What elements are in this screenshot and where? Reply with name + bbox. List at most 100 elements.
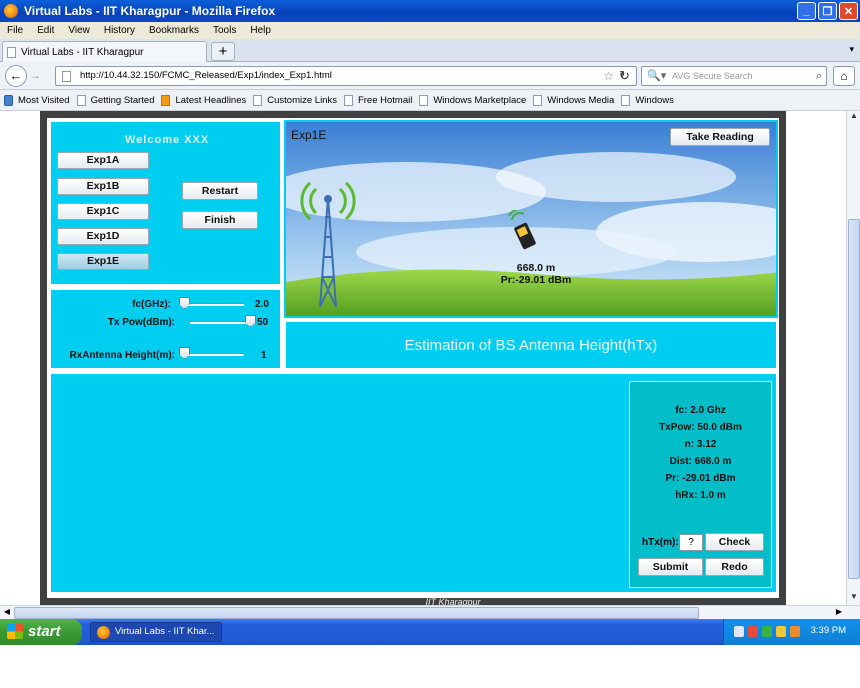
tower-icon xyxy=(300,181,356,308)
bookmark-windows[interactable]: Windows xyxy=(621,94,674,106)
estimation-title: Estimation of BS Antenna Height(hTx) xyxy=(404,337,658,354)
window-title: Virtual Labs - IIT Kharagpur - Mozilla F… xyxy=(24,4,276,18)
finish-button[interactable]: Finish xyxy=(182,211,258,229)
bookmark-windows-media[interactable]: Windows Media xyxy=(533,94,615,106)
search-go-icon[interactable]: ⌕ xyxy=(816,67,822,85)
update-icon[interactable] xyxy=(790,626,800,637)
txpow-slider-track[interactable] xyxy=(190,321,250,324)
url-bar[interactable]: http://10.44.32.150/FCMC_Released/Exp1/i… xyxy=(55,66,637,86)
url-text: http://10.44.32.150/FCMC_Released/Exp1/i… xyxy=(80,70,332,81)
scene-panel: Exp1E Take Reading 668.0 m Pr:-29.01 dBm xyxy=(284,120,778,318)
rx-height-slider-label: RxAntenna Height(m): xyxy=(69,350,175,361)
results-area: fc: 2.0 Ghz TxPow: 50.0 dBm n: 3.12 Dist… xyxy=(49,372,778,594)
scroll-right-icon[interactable]: ▶ xyxy=(833,607,845,616)
network-icon[interactable] xyxy=(734,626,744,637)
restart-button[interactable]: Restart xyxy=(182,182,258,200)
bookmark-latest-headlines[interactable]: Latest Headlines xyxy=(161,94,247,106)
applet-canvas: Welcome XXX Exp1A Exp1B Exp1C Exp1D Exp1… xyxy=(47,118,779,598)
start-button[interactable]: start xyxy=(0,619,82,645)
fc-slider-thumb[interactable] xyxy=(179,297,190,309)
applet-footer: IIT Kharagpur xyxy=(425,597,481,605)
bookmark-free-hotmail[interactable]: Free Hotmail xyxy=(343,94,413,106)
menu-help[interactable]: Help xyxy=(243,25,278,36)
result-hrx: hRx: 1.0 m xyxy=(675,490,726,501)
menu-history[interactable]: History xyxy=(97,25,142,36)
txpow-slider-thumb[interactable] xyxy=(245,315,256,327)
result-fc: fc: 2.0 Ghz xyxy=(675,405,726,416)
scroll-up-icon[interactable]: ▲ xyxy=(848,111,860,124)
exp1a-button[interactable]: Exp1A xyxy=(57,152,149,169)
distance-reading: 668.0 m xyxy=(516,262,556,274)
page-icon xyxy=(343,94,353,106)
new-tab-button[interactable]: + xyxy=(211,42,235,61)
vertical-scroll-thumb[interactable] xyxy=(848,219,860,579)
txpow-slider-value: 50 xyxy=(257,317,269,328)
most-visited-icon xyxy=(4,94,13,106)
power-reading: Pr:-29.01 dBm xyxy=(500,274,572,286)
system-tray: 3:39 PM xyxy=(723,619,860,645)
reload-icon[interactable]: ↻ xyxy=(619,68,630,84)
parameter-sliders-panel: fc(GHz): 2.0 Tx Pow(dBm): 50 RxAntenna H… xyxy=(49,288,282,370)
vertical-scrollbar[interactable]: ▲ ▼ xyxy=(846,111,860,605)
rx-height-slider-thumb[interactable] xyxy=(179,347,190,359)
estimation-title-panel: Estimation of BS Antenna Height(hTx) xyxy=(284,320,778,370)
search-engine-icon[interactable]: 🔍▾ xyxy=(647,67,666,85)
redo-button[interactable]: Redo xyxy=(705,558,764,576)
scroll-left-icon[interactable]: ◀ xyxy=(1,607,13,616)
results-panel: fc: 2.0 Ghz TxPow: 50.0 dBm n: 3.12 Dist… xyxy=(629,381,772,588)
page-icon xyxy=(419,94,429,106)
search-input[interactable]: 🔍▾ AVG Secure Search ⌕ xyxy=(641,66,827,86)
menu-tools[interactable]: Tools xyxy=(206,25,243,36)
exp1d-button[interactable]: Exp1D xyxy=(57,228,149,245)
htx-label: hTx(m): xyxy=(642,537,679,548)
take-reading-button[interactable]: Take Reading xyxy=(670,128,770,146)
rss-icon xyxy=(161,94,171,106)
menu-bar: File Edit View History Bookmarks Tools H… xyxy=(0,22,860,39)
window-title-bar: Virtual Labs - IIT Kharagpur - Mozilla F… xyxy=(0,0,860,22)
bookmark-label: Latest Headlines xyxy=(175,94,247,106)
exp1b-button[interactable]: Exp1B xyxy=(57,178,149,195)
tab-virtual-labs[interactable]: Virtual Labs - IIT Kharagpur xyxy=(2,41,207,62)
bookmark-star-icon[interactable]: ☆ xyxy=(603,67,614,85)
fc-slider-value: 2.0 xyxy=(255,299,269,310)
scroll-down-icon[interactable]: ▼ xyxy=(848,592,860,605)
check-button[interactable]: Check xyxy=(705,533,764,551)
bookmark-getting-started[interactable]: Getting Started xyxy=(76,94,155,106)
home-button[interactable]: ⌂ xyxy=(833,66,855,86)
exp1e-button[interactable]: Exp1E xyxy=(57,253,149,270)
fc-slider-track[interactable] xyxy=(184,303,244,306)
menu-view[interactable]: View xyxy=(61,25,97,36)
bookmark-customize-links[interactable]: Customize Links xyxy=(253,94,337,106)
bookmark-most-visited[interactable]: Most Visited xyxy=(4,94,70,106)
horizontal-scroll-thumb[interactable] xyxy=(14,607,699,619)
forward-button[interactable]: → xyxy=(29,68,47,84)
htx-input[interactable]: ? xyxy=(679,534,703,551)
menu-edit[interactable]: Edit xyxy=(30,25,61,36)
taskbar-firefox-task[interactable]: Virtual Labs - IIT Khar... xyxy=(90,622,222,642)
security-icon[interactable] xyxy=(748,626,758,637)
volume-icon[interactable] xyxy=(776,626,786,637)
exp1c-button[interactable]: Exp1C xyxy=(57,203,149,220)
bookmark-label: Windows Media xyxy=(547,94,615,106)
rx-height-slider-track[interactable] xyxy=(184,353,244,356)
task-label: Virtual Labs - IIT Khar... xyxy=(115,626,215,637)
menu-bookmarks[interactable]: Bookmarks xyxy=(142,25,206,36)
submit-button[interactable]: Submit xyxy=(638,558,703,576)
horizontal-scrollbar[interactable]: ◀ ▶ xyxy=(0,605,860,619)
tab-list-chevron-icon[interactable]: ▾ xyxy=(849,44,854,55)
close-button[interactable]: ✕ xyxy=(839,2,858,20)
antivirus-icon[interactable] xyxy=(762,626,772,637)
applet-frame: Welcome XXX Exp1A Exp1B Exp1C Exp1D Exp1… xyxy=(40,111,786,605)
site-icon xyxy=(62,71,71,82)
result-n: n: 3.12 xyxy=(684,439,717,450)
bookmark-label: Windows Marketplace xyxy=(433,94,527,106)
menu-file[interactable]: File xyxy=(0,25,30,36)
page-icon xyxy=(533,94,543,106)
maximize-button[interactable]: ❐ xyxy=(818,2,837,20)
bookmark-label: Customize Links xyxy=(267,94,337,106)
bookmark-label: Getting Started xyxy=(90,94,155,106)
minimize-button[interactable]: _ xyxy=(797,2,816,20)
bookmark-label: Free Hotmail xyxy=(357,94,413,106)
bookmark-windows-marketplace[interactable]: Windows Marketplace xyxy=(419,94,527,106)
back-button[interactable]: ← xyxy=(5,65,27,87)
